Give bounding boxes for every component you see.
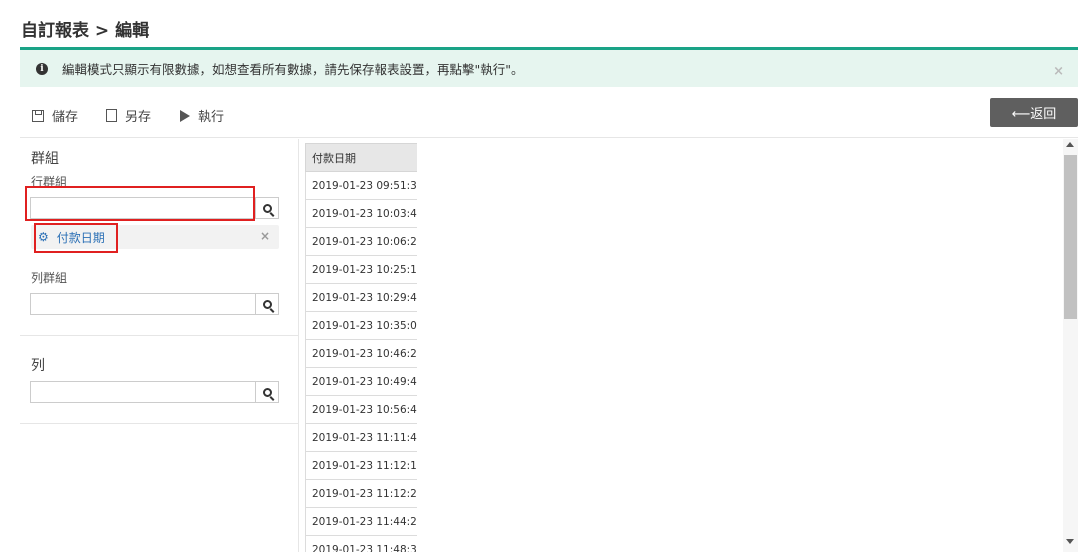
col-group-label: 列群組: [31, 271, 68, 285]
row-group-label: 行群組: [31, 175, 68, 189]
table-cell: 2019-01-23 10:56:44: [305, 395, 417, 424]
table-row: 2019-01-23 10:03:47: [305, 199, 417, 228]
row-group-tag: ⚙ 付款日期 ×: [31, 225, 279, 249]
search-icon: [262, 387, 272, 397]
table-row: 2019-01-23 10:25:12: [305, 255, 417, 284]
table-cell: 2019-01-23 10:06:26: [305, 227, 417, 256]
search-icon: [262, 203, 272, 213]
scroll-up-icon[interactable]: [1066, 142, 1074, 147]
section-divider: [20, 423, 299, 424]
table-cell: 2019-01-23 11:48:38: [305, 535, 417, 552]
row-group-search: [30, 197, 279, 219]
table-cell: 2019-01-23 10:49:49: [305, 367, 417, 396]
table-cell: 2019-01-23 11:44:27: [305, 507, 417, 536]
table-cell: 2019-01-23 10:25:12: [305, 255, 417, 284]
table-row: 2019-01-23 10:49:49: [305, 367, 417, 396]
table-row: 2019-01-23 11:48:38: [305, 535, 417, 552]
run-button-label: 執行: [198, 110, 225, 125]
table-row: 2019-01-23 10:56:44: [305, 395, 417, 424]
table-row: 2019-01-23 10:06:26: [305, 227, 417, 256]
table-cell: 2019-01-23 11:12:20: [305, 479, 417, 508]
table-row: 2019-01-23 11:12:20: [305, 479, 417, 508]
page-title: 自訂報表 > 編輯: [21, 21, 150, 41]
table-header-row: 付款日期: [305, 143, 417, 172]
table-cell: 2019-01-23 10:03:47: [305, 199, 417, 228]
table-cell: 2019-01-23 11:12:14: [305, 451, 417, 480]
table-cell: 2019-01-23 10:35:01: [305, 311, 417, 340]
column-header[interactable]: 付款日期: [305, 143, 417, 172]
row-group-tag-label: 付款日期: [56, 230, 105, 245]
run-button[interactable]: 執行: [180, 106, 224, 125]
preview-table: 付款日期 2019-01-23 09:51:34 2019-01-23 10:03…: [305, 143, 417, 552]
info-icon: i: [36, 62, 48, 75]
group-section-title: 群組: [31, 151, 59, 167]
floppy-disk-icon: [32, 109, 44, 122]
gear-icon[interactable]: ⚙: [38, 230, 49, 244]
vertical-scrollbar[interactable]: [1063, 139, 1078, 552]
columns-input[interactable]: [31, 382, 255, 402]
table-cell: 2019-01-23 10:46:29: [305, 339, 417, 368]
info-alert: i 編輯模式只顯示有限數據，如想查看所有數據，請先保存報表設置，再點擊"執行"。…: [20, 47, 1078, 87]
play-icon: [180, 109, 190, 122]
table-row: 2019-01-23 11:44:27: [305, 507, 417, 536]
columns-search: [30, 381, 279, 403]
columns-search-button[interactable]: [255, 382, 278, 402]
toolbar: 儲存 另存 執行: [20, 98, 1078, 138]
columns-section-title: 列: [31, 358, 45, 374]
back-button[interactable]: ⟵返回: [990, 98, 1078, 127]
save-button-label: 儲存: [52, 110, 79, 125]
save-as-button[interactable]: 另存: [106, 106, 151, 125]
section-divider: [20, 335, 299, 336]
table-row: 2019-01-23 10:29:46: [305, 283, 417, 312]
table-row: 2019-01-23 10:46:29: [305, 339, 417, 368]
left-panel: 群組 行群組 ⚙ 付款日期 × 列群組 列: [20, 139, 299, 552]
col-group-search: [30, 293, 279, 315]
col-group-input[interactable]: [31, 294, 255, 314]
file-icon: [106, 109, 117, 122]
page: 自訂報表 > 編輯 i 編輯模式只顯示有限數據，如想查看所有數據，請先保存報表設…: [0, 0, 1078, 552]
table-row: 2019-01-23 11:11:43: [305, 423, 417, 452]
scrollbar-thumb[interactable]: [1064, 155, 1077, 319]
save-button[interactable]: 儲存: [32, 106, 78, 125]
close-icon[interactable]: ×: [1053, 64, 1064, 79]
table-cell: 2019-01-23 09:51:34: [305, 171, 417, 200]
table-row: 2019-01-23 10:35:01: [305, 311, 417, 340]
scroll-down-icon[interactable]: [1066, 539, 1074, 544]
table-cell: 2019-01-23 10:29:46: [305, 283, 417, 312]
table-row: 2019-01-23 09:51:34: [305, 171, 417, 200]
row-group-input[interactable]: [31, 198, 255, 218]
remove-tag-icon[interactable]: ×: [260, 229, 270, 243]
preview-table-container: 付款日期 2019-01-23 09:51:34 2019-01-23 10:03…: [305, 143, 417, 552]
row-group-search-button[interactable]: [255, 198, 278, 218]
table-row: 2019-01-23 11:12:14: [305, 451, 417, 480]
table-cell: 2019-01-23 11:11:43: [305, 423, 417, 452]
save-as-button-label: 另存: [125, 110, 152, 125]
alert-message: 編輯模式只顯示有限數據，如想查看所有數據，請先保存報表設置，再點擊"執行"。: [62, 62, 524, 77]
col-group-search-button[interactable]: [255, 294, 278, 314]
search-icon: [262, 299, 272, 309]
